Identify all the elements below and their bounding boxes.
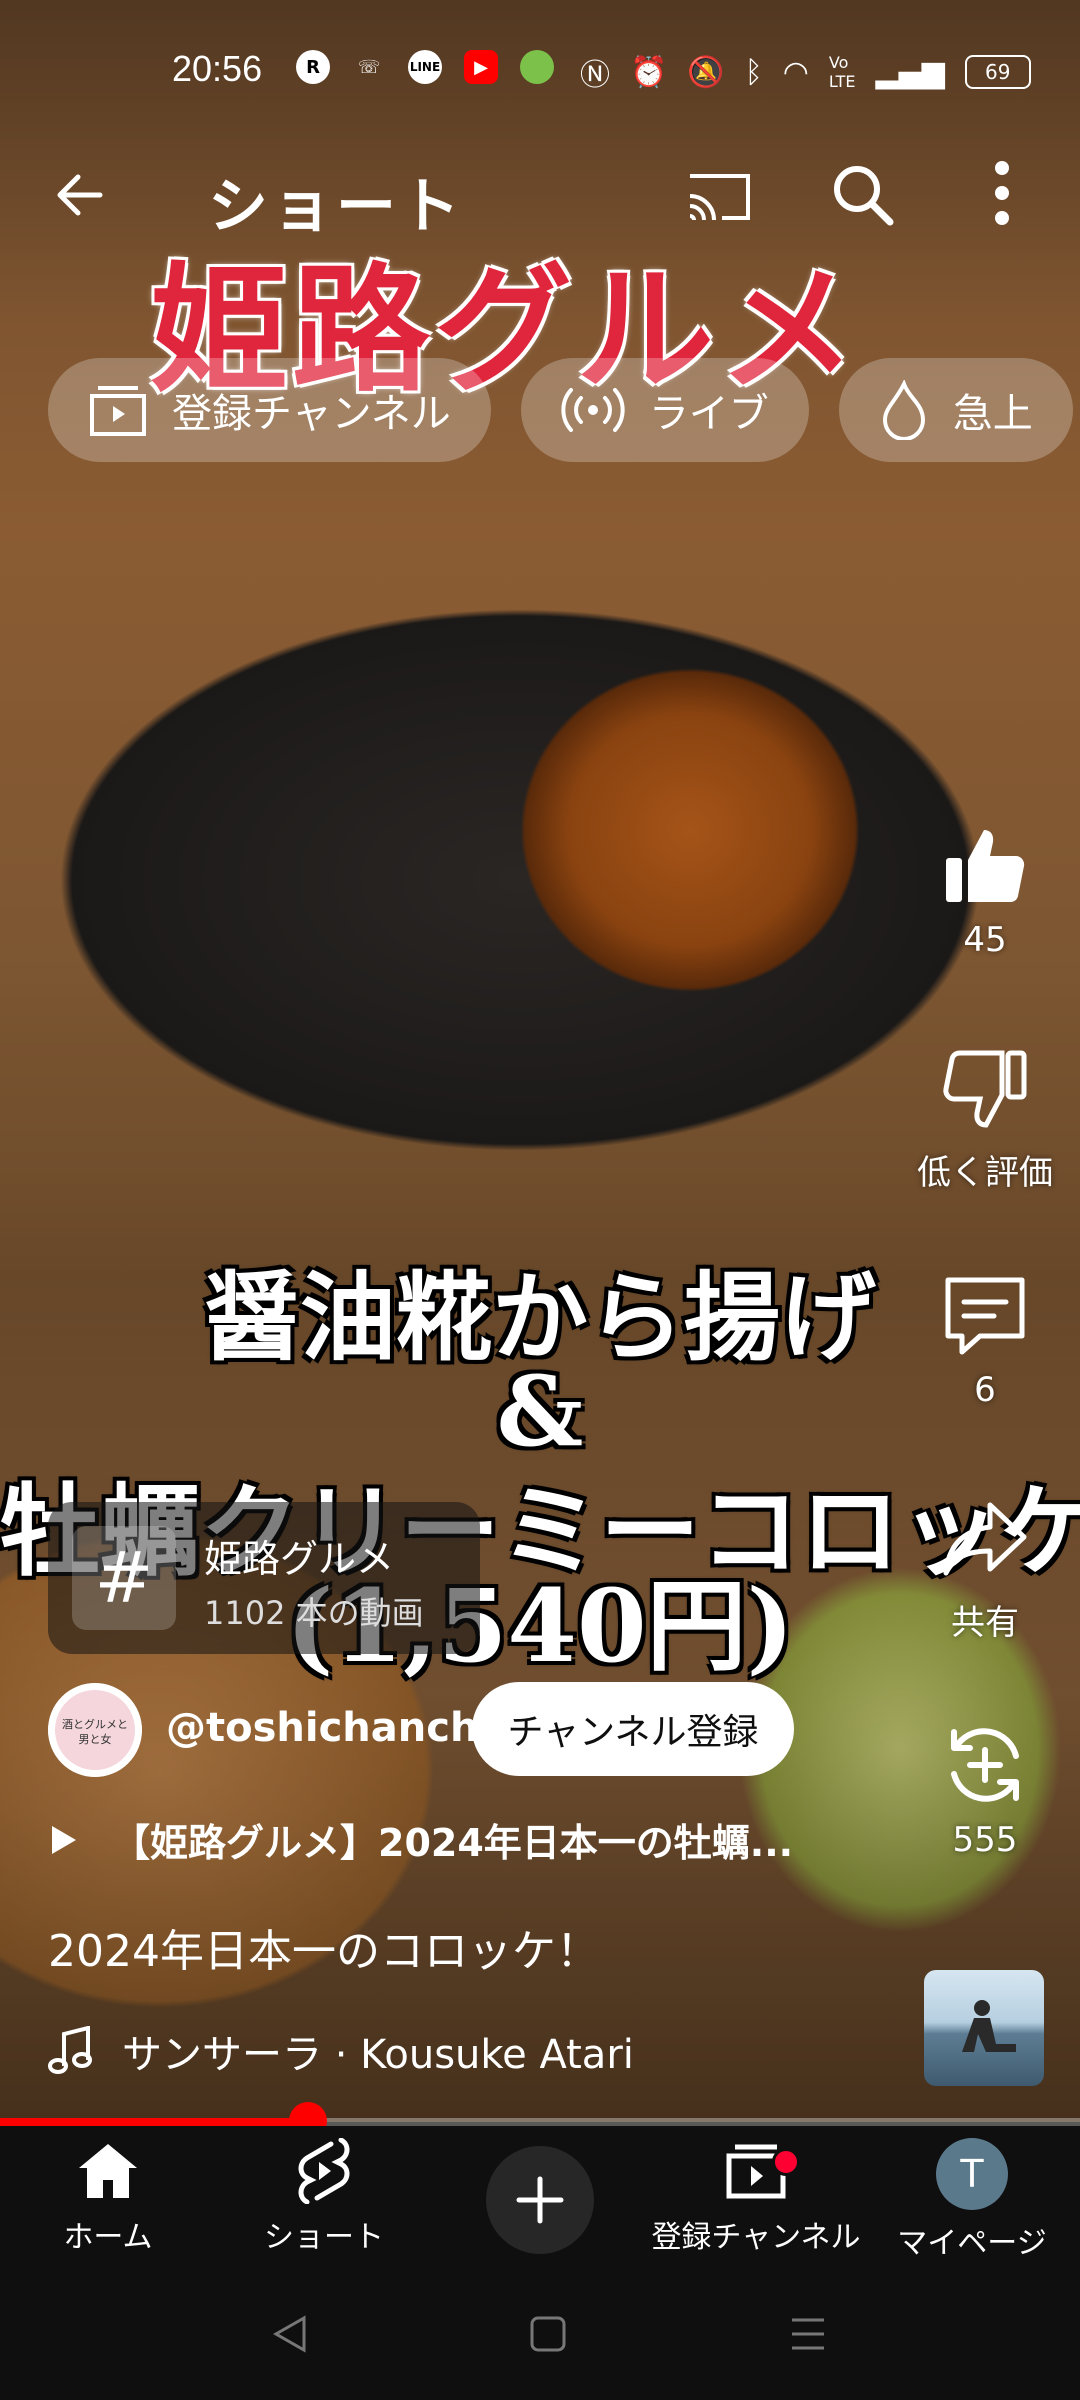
remix-count: 555 [952,1820,1018,1860]
system-back-button[interactable] [268,2312,312,2360]
remix-icon [951,1728,1019,1802]
subscriptions-icon [90,386,146,436]
live-icon [561,388,625,432]
music-link[interactable]: サンサーラ · Kousuke Atari [48,2022,634,2080]
alarm-icon: ⏰ [630,54,668,90]
share-icon [943,1502,1027,1576]
comment-icon [945,1277,1025,1355]
avatar-icon: T [936,2138,1008,2210]
new-content-badge [772,2148,800,2176]
more-options-button[interactable] [990,158,1014,232]
rakuten-icon: R [296,50,330,84]
volte-icon: Vo LTE [828,53,856,91]
hashtag-title: 姫路グルメ [204,1537,395,1581]
chip-label: 登録チャンネル [172,391,451,437]
nav-subscriptions[interactable]: 登録チャンネル [648,2138,864,2256]
mute-icon: 🔕 [687,54,725,90]
missed-call-icon: ☏ [357,56,381,78]
square-home-icon [530,2316,566,2352]
music-note-icon [48,2026,92,2074]
home-icon [79,2144,137,2198]
comment-count: 6 [974,1370,996,1410]
wifi-icon: ◠ [782,54,809,90]
channel-avatar[interactable]: 酒とグルメと 男と女 [48,1683,142,1777]
thumbs-down-icon [943,1050,1027,1128]
nav-shorts[interactable]: ショート [216,2138,432,2256]
bluetooth-icon: ᛒ [744,54,763,90]
menu-recents-icon [792,2318,824,2350]
chip-subscriptions[interactable]: 登録チャンネル [48,358,491,462]
remix-button[interactable]: 555 [900,1720,1070,1860]
video-description[interactable]: 2024年日本一のコロッケ！ [48,1915,600,1979]
like-count: 45 [963,920,1007,960]
create-icon [516,2176,564,2224]
shorts-icon [298,2138,350,2204]
nav-home[interactable]: ホーム [0,2138,216,2256]
video-progress-bar[interactable] [0,2102,1080,2140]
system-home-button[interactable] [526,2312,570,2360]
youtube-icon: ▶ [464,50,498,84]
back-button[interactable] [50,165,110,225]
like-button[interactable]: 45 [900,820,1070,960]
nav-label: 登録チャンネル [651,2220,861,2255]
create-button[interactable] [486,2146,594,2254]
related-video-title: 【姫路グルメ】2024年日本一の牡蠣... [112,1821,794,1865]
more-vert-icon [995,161,1009,225]
related-video-link[interactable]: 【姫路グルメ】2024年日本一の牡蠣... [48,1812,793,1867]
system-recents-button[interactable] [786,2312,830,2360]
channel-logo-icon: 酒とグルメと 男と女 [48,1683,142,1777]
arrow-left-icon [57,174,103,216]
chip-trending[interactable]: 急上 [838,358,1073,462]
channel-handle[interactable]: @toshichanchi [166,1705,492,1751]
line-icon: LINE [408,50,442,84]
triangle-back-icon [272,2315,306,2353]
system-navigation-bar [0,2276,1080,2400]
share-button[interactable]: 共有 [900,1495,1070,1644]
subscribe-button[interactable]: チャンネル登録 [472,1682,794,1776]
system-icons: Ⓝ ⏰ 🔕 ᛒ ◠ Vo LTE ▂▄▆ 69 [580,50,1031,94]
svg-text:男と女: 男と女 [79,1732,112,1746]
nav-label: ショート [264,2220,384,2255]
chip-live[interactable]: ライブ [520,358,809,462]
svg-text:酒とグルメと: 酒とグルメと [62,1717,128,1731]
signal-icon: ▂▄▆ [875,54,945,90]
notification-icons: R ☏ LINE ▶ [296,50,554,84]
dislike-button[interactable]: 低く評価 [900,1045,1070,1194]
hashtag-icon: # [72,1526,176,1630]
android-icon [520,50,554,84]
status-bar: 20:56 R ☏ LINE ▶ Ⓝ ⏰ 🔕 ᛒ ◠ Vo LTE ▂▄▆ 69 [0,0,1080,140]
battery-indicator: 69 [964,55,1031,89]
share-label: 共有 [951,1603,1019,1643]
dislike-label: 低く評価 [917,1153,1053,1193]
play-icon [52,1825,76,1854]
hashtag-card[interactable]: # 姫路グルメ 1102 本の動画 [48,1502,480,1654]
nfc-icon: Ⓝ [580,58,610,93]
cast-icon [689,174,750,221]
comments-button[interactable]: 6 [900,1270,1070,1410]
hashtag-video-count: 1102 本の動画 [204,1594,424,1632]
nav-label: マイページ [897,2226,1047,2261]
progress-fill [0,2118,308,2126]
thumbs-up-icon [946,830,1025,902]
chip-label: 急上 [952,391,1033,437]
trending-icon [882,380,925,440]
music-thumbnail[interactable] [924,1970,1044,2086]
battery-level: 69 [984,60,1011,84]
bottom-navigation: ホーム ショート 登録チャンネル T マイページ [0,2126,1080,2276]
chip-label: ライブ [648,391,769,437]
person-sitting-icon [962,2000,1016,2052]
nav-label: ホーム [63,2220,153,2255]
nav-mypage[interactable]: T マイページ [864,2138,1080,2262]
status-time: 20:56 [172,48,263,89]
filter-chips: 登録チャンネル ライブ 急上 [48,358,1073,462]
music-label: サンサーラ · Kousuke Atari [122,2032,634,2078]
